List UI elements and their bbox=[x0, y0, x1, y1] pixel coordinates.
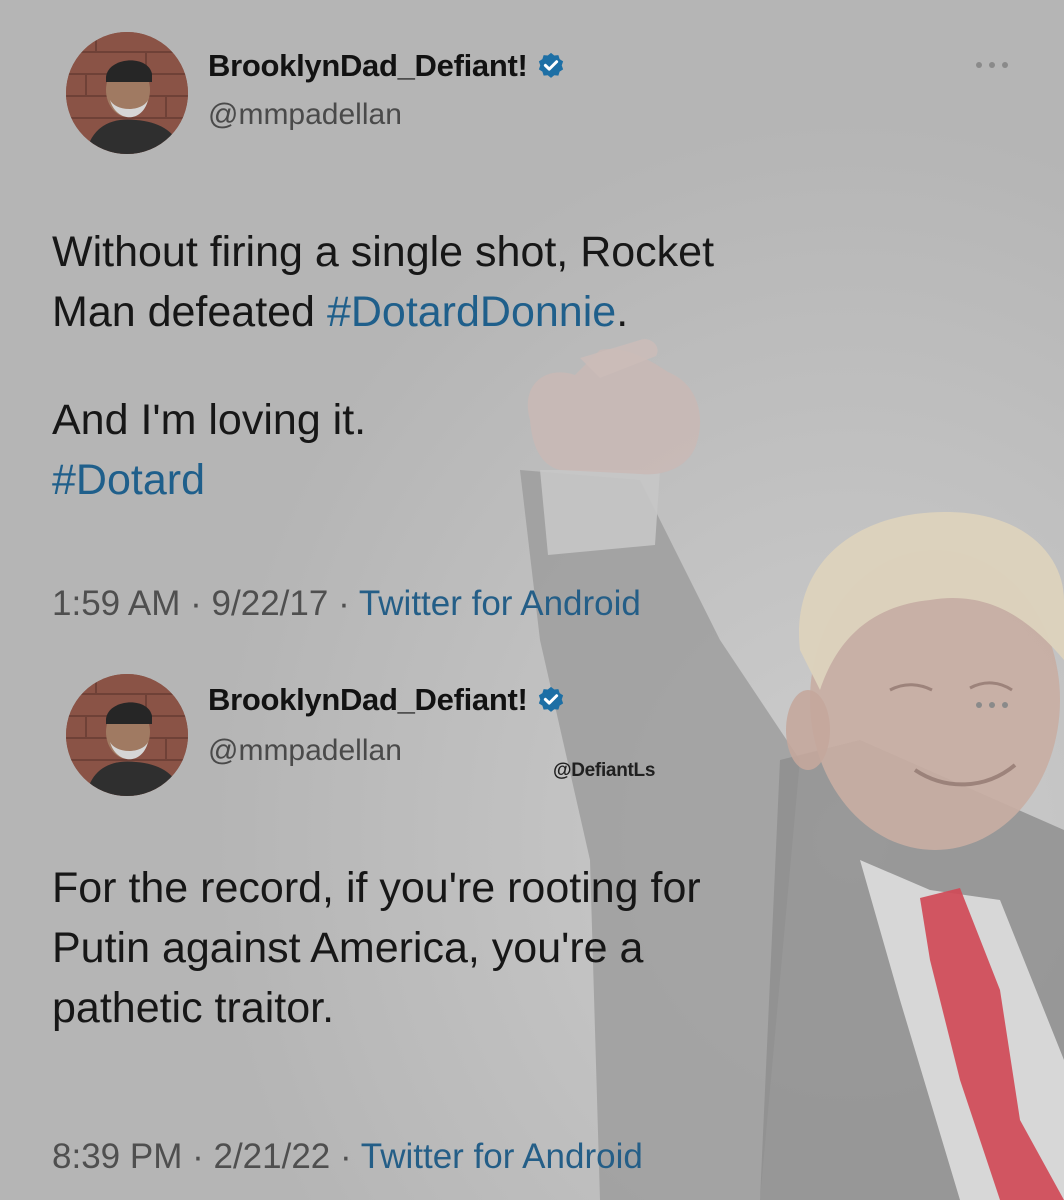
display-name[interactable]: BrooklynDad_Defiant! bbox=[208, 682, 566, 718]
tweet-text: For the record, if you're rooting for bbox=[52, 864, 701, 912]
tweet-text: pathetic traitor. bbox=[52, 984, 335, 1032]
tweet: BrooklynDad_Defiant! @mmpadellan For the… bbox=[0, 640, 1064, 1200]
verified-badge-icon bbox=[538, 686, 563, 712]
tweet-time[interactable]: 1:59 AM bbox=[52, 584, 180, 623]
tweet-text: And I'm loving it. bbox=[52, 396, 367, 444]
display-name[interactable]: BrooklynDad_Defiant! bbox=[208, 48, 566, 84]
hashtag-link[interactable]: #Dotard bbox=[52, 456, 205, 504]
meta-separator: · bbox=[340, 1137, 352, 1176]
handle[interactable]: @mmpadellan bbox=[208, 98, 402, 132]
tweet-text-line: Without firing a single shot, Rocket bbox=[52, 222, 1012, 282]
tweet-text-line: pathetic traitor. bbox=[52, 978, 1012, 1038]
avatar[interactable] bbox=[66, 32, 188, 154]
tweet-text-line: And I'm loving it. bbox=[52, 390, 1012, 450]
meta-separator: · bbox=[190, 584, 202, 623]
tweet-text-line: Putin against America, you're a bbox=[52, 918, 1012, 978]
tweet-text-paragraph: Without firing a single shot, Rocket Man… bbox=[52, 222, 1012, 342]
tweet-text: Man defeated bbox=[52, 288, 327, 336]
tweet-text-line: #Dotard bbox=[52, 450, 1012, 510]
tweet-source-link[interactable]: Twitter for Android bbox=[361, 1137, 643, 1176]
tweet-timestamp: 1:59 AM · 9/22/17 · Twitter for Android bbox=[52, 584, 641, 624]
display-name-text[interactable]: BrooklynDad_Defiant! bbox=[208, 682, 528, 717]
tweet-time[interactable]: 8:39 PM bbox=[52, 1137, 182, 1176]
tweet-date[interactable]: 2/21/22 bbox=[213, 1137, 330, 1176]
handle[interactable]: @mmpadellan bbox=[208, 734, 402, 768]
meta-separator: · bbox=[192, 1137, 204, 1176]
tweet-timestamp: 8:39 PM · 2/21/22 · Twitter for Android bbox=[52, 1137, 643, 1177]
verified-badge-icon bbox=[538, 52, 563, 78]
hashtag-link[interactable]: #DotardDonnie bbox=[327, 288, 616, 336]
tweet-text-line: For the record, if you're rooting for bbox=[52, 858, 1012, 918]
avatar[interactable] bbox=[66, 674, 188, 796]
tweet-text-paragraph: For the record, if you're rooting for Pu… bbox=[52, 858, 1012, 1038]
more-options-icon[interactable] bbox=[972, 698, 1012, 712]
meta-separator: · bbox=[338, 584, 350, 623]
tweet-text: Without firing a single shot, Rocket bbox=[52, 228, 715, 276]
watermark: @DefiantLs bbox=[553, 760, 656, 781]
tweet-text: Putin against America, you're a bbox=[52, 924, 644, 972]
display-name-text[interactable]: BrooklynDad_Defiant! bbox=[208, 48, 528, 83]
more-options-icon[interactable] bbox=[972, 58, 1012, 72]
tweet-date[interactable]: 9/22/17 bbox=[212, 584, 329, 623]
tweet: BrooklynDad_Defiant! @mmpadellan Without… bbox=[0, 0, 1064, 640]
tweet-text-paragraph: And I'm loving it. #Dotard bbox=[52, 390, 1012, 510]
tweet-text-line: Man defeated #DotardDonnie. bbox=[52, 282, 1012, 342]
tweet-source-link[interactable]: Twitter for Android bbox=[359, 584, 641, 623]
tweet-text: . bbox=[616, 288, 629, 336]
